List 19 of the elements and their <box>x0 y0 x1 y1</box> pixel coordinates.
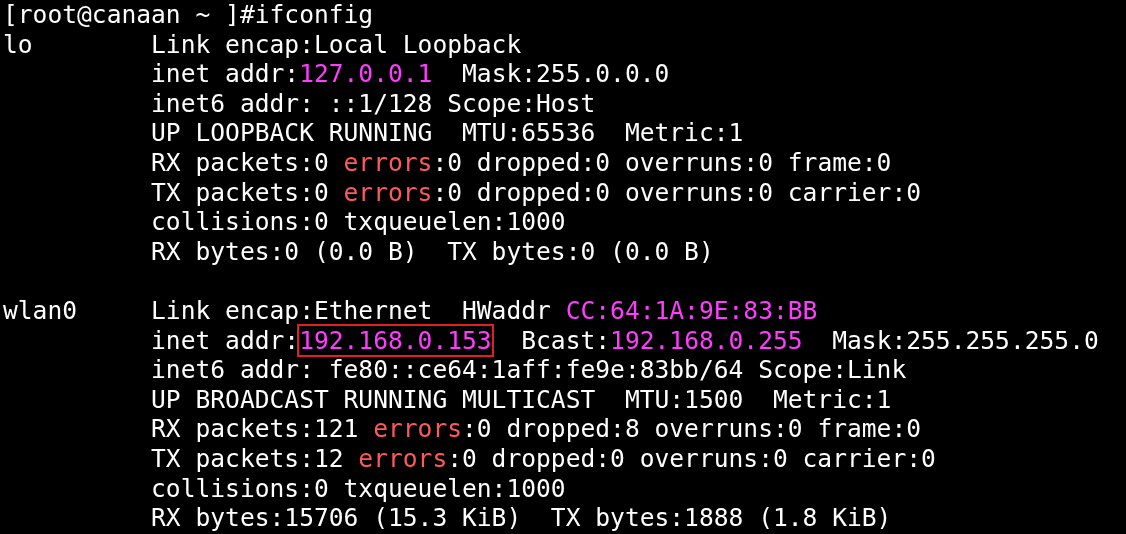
terminal-line: TX packets:0 errors:0 dropped:0 overruns:0 carrier:0 <box>151 177 922 208</box>
terminal-line: Link encap:Ethernet HWaddr CC:64:1A:9E:83:BB <box>151 295 818 326</box>
terminal-line: UP LOOPBACK RUNNING MTU:65536 Metric:1 <box>151 118 744 148</box>
command-prompt: [root@canaan ~ ]#ifconfig <box>3 0 374 30</box>
terminal-line: RX packets:121 errors:0 dropped:8 overruns:0 frame:0 <box>151 414 922 444</box>
terminal-line: TX packets:12 errors:0 dropped:0 overruns:0 carrier:0 <box>151 443 936 474</box>
terminal-line: UP BROADCAST RUNNING MULTICAST MTU:1500 Metric:1 <box>151 384 892 415</box>
terminal-line: inet6 addr: fe80::ce64:1aff:fe9e:83bb/64 Scope:Link <box>151 355 907 385</box>
terminal-line: RX bytes:15706 (15.3 KiB) TX bytes:1888 (1.8 KiB) <box>151 503 892 533</box>
terminal-line: inet addr:127.0.0.1 Mask:255.0.0.0 <box>151 59 670 89</box>
interface-name: wlan0 <box>3 295 79 326</box>
terminal-line: collisions:0 txqueuelen:1000 <box>151 473 566 504</box>
terminal-line: RX packets:0 errors:0 dropped:0 overruns:0 frame:0 <box>151 147 892 178</box>
terminal-line: collisions:0 txqueuelen:1000 <box>151 207 566 237</box>
terminal-line: Link encap:Local Loopback <box>151 29 522 60</box>
terminal-line: inet6 addr: ::1/128 Scope:Host <box>151 88 596 119</box>
terminal-line: RX bytes:0 (0.0 B) TX bytes:0 (0.0 B) <box>151 236 714 267</box>
terminal-line: inet addr:192.168.0.153 Bcast:192.168.0.255 Mask:255.255.255.0 <box>151 325 1099 356</box>
interface-name: lo <box>3 29 34 60</box>
